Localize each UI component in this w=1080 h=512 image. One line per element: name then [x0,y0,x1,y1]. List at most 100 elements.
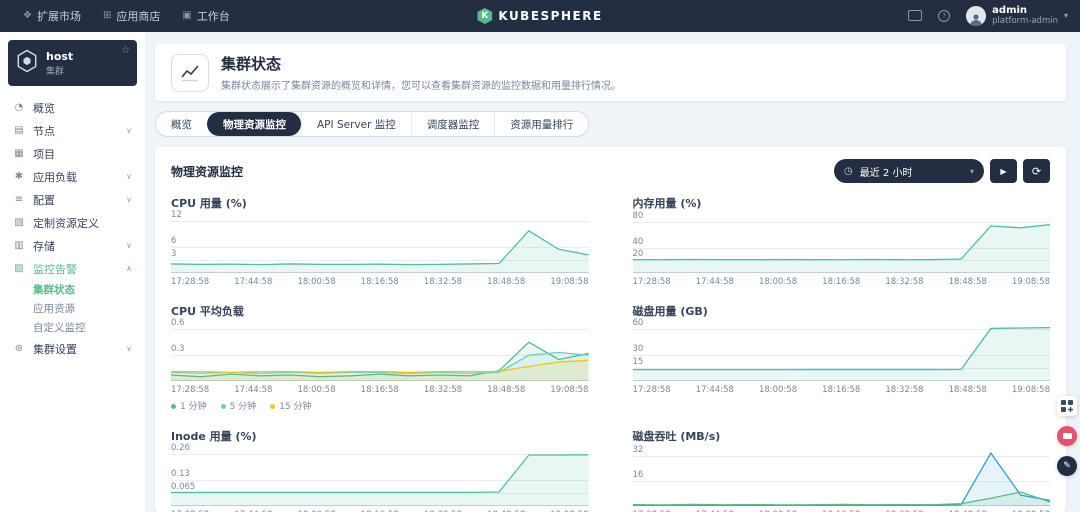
sidebar-item-overview[interactable]: ◔ 概览 [8,96,137,119]
chevron-down-icon: ∨ [126,172,132,181]
user-menu[interactable]: admin platform-admin ▾ [966,5,1068,26]
chart-title: CPU 平均负载 [171,305,244,318]
topbar-item-extension-market[interactable]: ❖ 扩展市场 [12,0,92,32]
x-tick-label: 17:28:58 [171,385,210,395]
assistant-button[interactable]: ✎ [1057,456,1077,476]
cluster-meta: host 集群 [46,50,73,77]
sidebar-subitem-custom-monitoring[interactable]: 自定义监控 [8,318,137,337]
main-content: 集群状态 集群状态展示了集群资源的概览和详情，您可以查看集群资源的监控数据和用量… [145,32,1080,512]
configuration-icon: ≡ [14,193,24,205]
chart-title: 内存用量 (%) [632,197,702,210]
favorite-star-icon[interactable]: ☆ [121,45,130,56]
cluster-type: 集群 [46,66,65,77]
topbar-nav: ❖ 扩展市场 ⊞ 应用商店 ▣ 工作台 [12,0,241,32]
sidebar-item-monitoring[interactable]: ▨ 监控告警 ∧ [8,257,137,280]
help-icon[interactable]: ? [938,9,951,22]
x-tick-label: 18:48:58 [487,385,526,395]
chevron-down-icon: ∨ [126,241,132,250]
refresh-button[interactable]: ⟳ [1023,159,1050,183]
kubesphere-logo[interactable]: K KUBESPHERE [477,0,602,32]
sidebar-item-label: 应用负载 [33,170,77,184]
workloads-icon: ✱ [14,170,24,182]
x-tick-label: 18:48:58 [487,277,526,287]
workbench-icon: ▣ [182,10,192,21]
x-tick-label: 17:44:58 [234,277,273,287]
x-tick-label: 18:48:58 [948,277,987,287]
topbar-item-label: 扩展市场 [36,10,81,23]
chevron-down-icon: ▾ [1063,11,1068,21]
chart-svg [171,217,589,273]
x-tick-label: 18:32:58 [885,277,924,287]
chevron-up-icon: ∧ [126,264,132,273]
chevron-down-icon: ∨ [126,126,132,135]
app-store-icon: ⊞ [102,10,112,21]
chart-plot: 80 40 20 [632,211,1050,273]
sidebar-item-crds[interactable]: ▧ 定制资源定义 [8,211,137,234]
x-tick-label: 18:16:58 [822,277,861,287]
x-tick-label: 19:08:58 [1011,277,1050,287]
panel-title: 物理资源监控 [171,164,244,179]
chevron-down-icon: ▾ [969,166,974,176]
sidebar-item-cluster-settings[interactable]: ⊛ 集群设置 ∨ [8,337,137,360]
tab-scheduler[interactable]: 调度器监控 [410,112,495,136]
avatar [966,5,987,26]
sidebar-item-storage[interactable]: ▥ 存储 ∨ [8,234,137,257]
chart-inode-usage: Inode 用量 (%)0.260.130.06517:28:5817:44:5… [171,428,589,512]
chart-memory-usage: 内存用量 (%) 80 40 20 17:28:58 17:44:58 18:00:58 18… [632,195,1050,287]
topbar-item-workbench[interactable]: ▣ 工作台 [171,0,240,32]
widgets-grid-button[interactable] [1057,396,1077,416]
sidebar-subitem-app-resources[interactable]: 应用资源 [8,299,137,318]
sidebar-item-workloads[interactable]: ✱ 应用负载 ∨ [8,165,137,188]
settings-icon: ⊛ [14,342,24,354]
chart-plot: 0.26 0.13 0.065 [171,443,589,506]
topbar: ❖ 扩展市场 ⊞ 应用商店 ▣ 工作台 K KUBESPHERE ? admin plat… [0,0,1080,32]
tab-overview[interactable]: 概览 [156,112,207,136]
cluster-name: host [46,49,74,63]
tab-physical-resources[interactable]: 物理资源监控 [207,112,301,136]
chart-cpu-usage: CPU 用量 (%) 12 6 3 17:28:58 17:44:58 18:00:58 18… [171,195,589,287]
sidebar-subitem-cluster-status[interactable]: 集群状态 [8,280,137,299]
console-icon[interactable] [908,10,923,22]
panel-controls: ◷ 最近 2 小时 ▾ ▶ ⟳ [834,159,1050,183]
x-tick-label: 17:28:58 [171,277,210,287]
sidebar-item-label: 项目 [33,147,55,161]
cluster-selector[interactable]: host 集群 ☆ [8,40,137,86]
x-tick-label: 18:32:58 [423,385,463,395]
tab-api-server[interactable]: API Server 监控 [301,112,411,136]
chevron-down-icon: ∨ [126,195,132,204]
x-axis-labels: 17:28:58 17:44:58 18:00:58 18:16:58 18:32:58… [171,385,589,395]
autorefresh-play-button[interactable]: ▶ [990,159,1017,183]
page-header-text: 集群状态 集群状态展示了集群资源的概览和详情，您可以查看集群资源的监控数据和用量… [221,53,621,92]
page-description: 集群状态展示了集群资源的概览和详情，您可以查看集群资源的监控数据和用量排行情况。 [221,81,621,92]
pencil-icon: ✎ [1063,461,1071,471]
topbar-right: ? admin platform-admin ▾ [908,5,1068,26]
sidebar-item-label: 概览 [33,101,55,115]
chart-cpu-load-average: CPU 平均负载 0.6 0.3 17:28:58 17:44:58 18:00:58 18… [171,303,589,412]
sidebar-item-label: 监控告警 [33,262,77,276]
legend-dot-icon [270,404,276,409]
clock-icon: ◷ [844,165,853,177]
tab-usage-ranking[interactable]: 资源用量排行 [494,112,588,136]
chart-disk-usage: 磁盘用量 (GB) 60 30 15 17:28:58 17:44:58 18:00:58 1… [632,303,1050,412]
sidebar-menu: ◔ 概览 ▤ 节点 ∨ ▦ 项目 ✱ 应用负载 ∨ ≡ 配置 ∨ ▧ 定制资源定义 ▥ 存储 ∨ ▨ 监控告警 ∧ 集群状… [8,96,137,360]
x-tick-label: 18:00:58 [758,385,798,395]
chart-svg [171,325,589,381]
sidebar-item-projects[interactable]: ▦ 项目 [8,142,137,165]
sidebar-item-configuration[interactable]: ≡ 配置 ∨ [8,188,137,211]
sidebar-item-label: 配置 [33,193,55,207]
x-axis-labels: 17:28:58 17:44:58 18:00:58 18:16:58 18:32:58… [171,277,589,287]
topbar-item-app-store[interactable]: ⊞ 应用商店 [92,0,171,32]
x-tick-label: 18:00:58 [297,385,336,395]
topbar-item-label: 工作台 [196,10,230,23]
chart-svg [632,217,1050,273]
feedback-button[interactable] [1057,426,1077,446]
kubesphere-app: ❖ 扩展市场 ⊞ 应用商店 ▣ 工作台 K KUBESPHERE ? admin plat… [0,0,1080,512]
sidebar-item-label: 集群设置 [33,342,77,356]
user-role: platform-admin [992,15,1058,26]
legend-item: 5 分钟 [220,399,256,412]
chart-title: 磁盘吞吐 (MB/s) [632,430,721,443]
x-tick-label: 19:08:58 [550,385,589,395]
time-range-select[interactable]: ◷ 最近 2 小时 ▾ [834,159,984,183]
chart-title: CPU 用量 (%) [171,197,247,210]
sidebar-item-nodes[interactable]: ▤ 节点 ∨ [8,119,137,142]
